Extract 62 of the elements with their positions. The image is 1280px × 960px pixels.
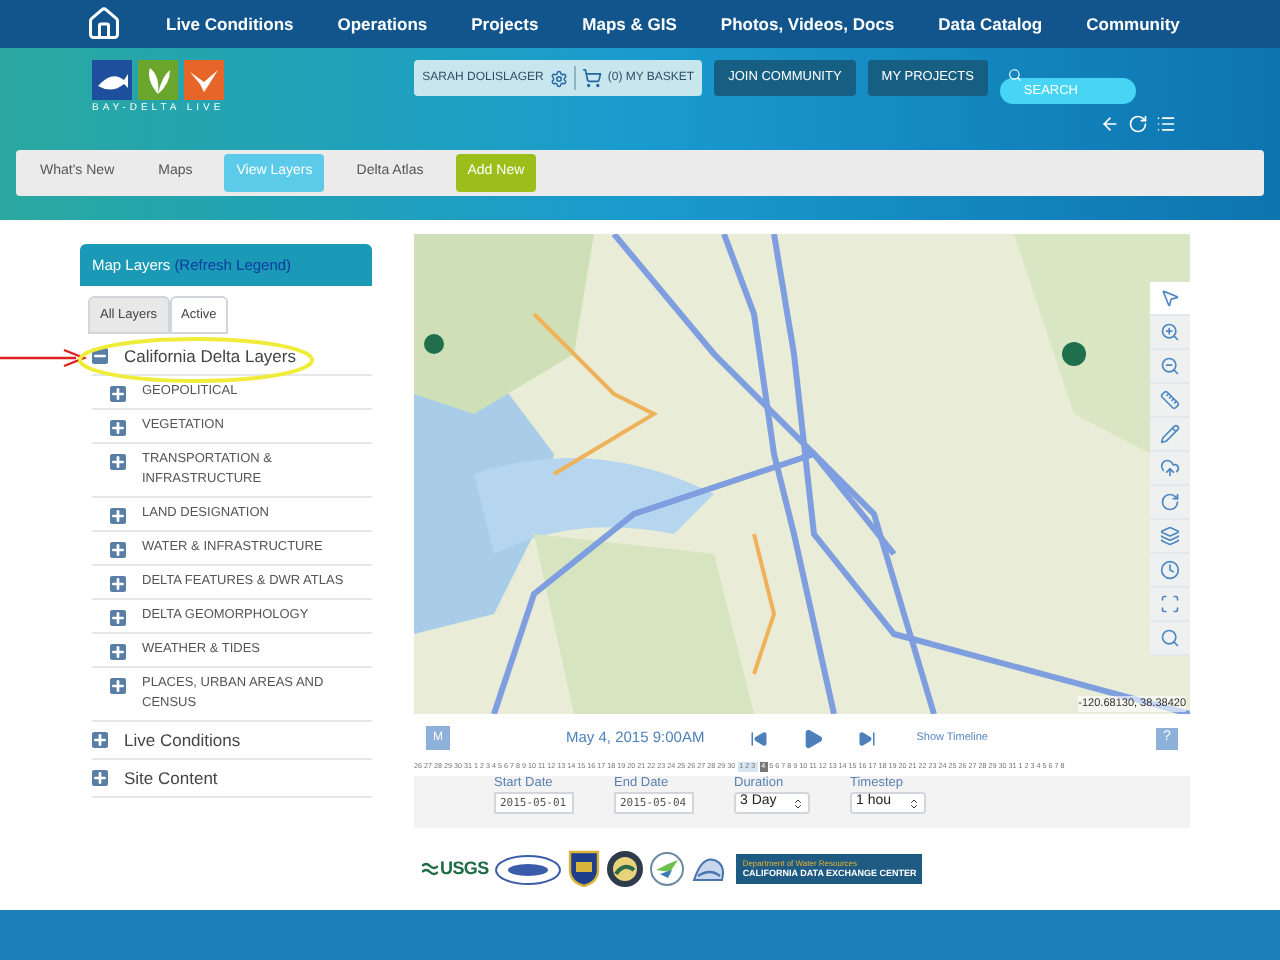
zoom-out-icon — [1160, 356, 1180, 376]
agency-seal-icon — [494, 853, 563, 885]
expand-icon[interactable] — [92, 732, 108, 748]
nav-link[interactable]: Projects — [471, 11, 539, 37]
expand-icon[interactable] — [110, 542, 126, 558]
zoom-in-icon — [1160, 322, 1180, 342]
round-seal-icon — [606, 850, 645, 888]
skip-back-icon[interactable] — [750, 729, 769, 747]
map-tool-button[interactable] — [1150, 282, 1190, 316]
settings-icon[interactable] — [549, 69, 568, 87]
leaf-logo-icon — [138, 60, 179, 100]
expand-icon[interactable] — [92, 770, 108, 786]
expand-icon[interactable] — [110, 454, 126, 470]
home-icon[interactable] — [86, 6, 122, 42]
map-tool-button[interactable] — [1150, 452, 1190, 486]
layer-item[interactable]: Live Conditions — [124, 728, 241, 752]
expand-icon[interactable] — [110, 610, 126, 626]
map-tool-button[interactable] — [1150, 554, 1190, 588]
map-tool-button[interactable] — [1150, 486, 1190, 520]
map-tool-button[interactable] — [1150, 316, 1190, 350]
map-tool-button[interactable] — [1150, 418, 1190, 452]
expand-icon[interactable] — [110, 678, 126, 694]
extent-icon — [1160, 594, 1180, 614]
usgs-logo: USGS — [422, 855, 489, 883]
nav-link[interactable]: Maps & GIS — [582, 11, 677, 37]
nav-link[interactable]: Operations — [337, 11, 428, 37]
annotation-arrow — [0, 348, 88, 368]
expand-icon[interactable] — [110, 420, 126, 436]
clock-icon — [1160, 560, 1180, 580]
map-tool-button[interactable] — [1150, 520, 1190, 554]
expand-icon[interactable] — [110, 644, 126, 660]
bird-logo-icon — [184, 60, 225, 100]
pencil-icon — [1160, 424, 1180, 444]
refresh-icon — [1160, 492, 1180, 512]
bird-seal-icon — [650, 852, 685, 886]
nav-link[interactable]: Live Conditions — [166, 11, 294, 37]
map-tool-button[interactable] — [1150, 588, 1190, 622]
expand-icon[interactable] — [110, 386, 126, 402]
pointer-icon — [1160, 288, 1180, 308]
layers-icon — [1160, 526, 1180, 546]
cart-icon[interactable] — [581, 68, 602, 88]
back-icon[interactable] — [1100, 113, 1120, 133]
expand-icon[interactable] — [110, 576, 126, 592]
layer-item[interactable]: Site Content — [124, 766, 218, 790]
nav-link[interactable]: Community — [1086, 11, 1180, 37]
ruler-icon — [1160, 390, 1180, 410]
nav-link[interactable]: Photos, Videos, Docs — [720, 11, 895, 37]
wave-icon — [422, 861, 438, 877]
nav-link[interactable]: Data Catalog — [938, 11, 1043, 37]
fish-logo-icon — [92, 60, 133, 100]
map-tool-button[interactable] — [1150, 384, 1190, 418]
play-icon[interactable] — [802, 727, 825, 749]
shield-emblem-icon — [568, 850, 601, 888]
map-tool-button[interactable] — [1150, 350, 1190, 384]
expand-icon[interactable] — [110, 508, 126, 524]
list-icon[interactable] — [1156, 113, 1176, 133]
skip-forward-icon[interactable] — [858, 729, 877, 747]
cloud-upload-icon — [1160, 458, 1180, 478]
search-icon — [1007, 68, 1022, 82]
map-tool-button[interactable] — [1150, 622, 1190, 656]
refresh-icon[interactable] — [1128, 113, 1148, 133]
search-icon — [1160, 628, 1180, 648]
